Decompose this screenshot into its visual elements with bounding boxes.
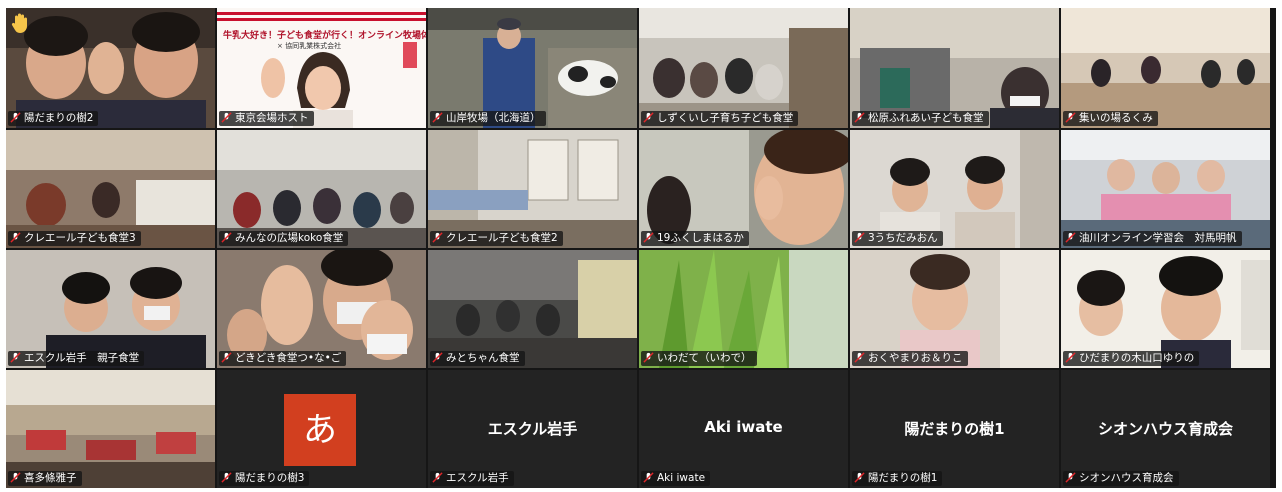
video-tile-off[interactable]: あ 陽だまりの樹3 (217, 370, 426, 488)
video-tile[interactable]: いわだて（いわで） (639, 250, 848, 368)
mic-muted-icon (854, 112, 865, 123)
mic-muted-icon (432, 232, 443, 243)
mic-muted-icon (1065, 232, 1076, 243)
mic-muted-icon (221, 232, 232, 243)
participant-video (639, 8, 848, 128)
video-tile[interactable]: 陽だまりの樹2 (6, 8, 215, 128)
video-gallery: 陽だまりの樹2 牛乳大好き！子ども食堂が行く！オンライン牧場体験 × 協同乳業株… (6, 8, 1276, 488)
participant-name: 陽だまりの樹2 (8, 111, 99, 126)
video-tile[interactable]: ひだまりの木山口ゆりの (1061, 250, 1270, 368)
mic-muted-icon (221, 352, 232, 363)
participant-name: 19ふくしまはるか (641, 231, 749, 246)
mic-muted-icon (643, 232, 654, 243)
video-tile-host[interactable]: 牛乳大好き！子ども食堂が行く！オンライン牧場体験 × 協同乳業株式会社 東京会場… (217, 8, 426, 128)
participant-name: クレエール子ども食堂2 (430, 231, 563, 246)
mic-muted-icon (10, 232, 21, 243)
mic-muted-icon (1065, 472, 1076, 483)
video-tile[interactable]: 油川オンライン学習会 対馬明帆 (1061, 130, 1270, 248)
participant-name: 陽だまりの樹3 (219, 471, 310, 486)
host-banner-sponsor: × 協同乳業株式会社 (277, 42, 342, 50)
participant-display-name: エスクル岩手 (487, 420, 578, 438)
participant-avatar: あ (284, 394, 356, 466)
participant-video (850, 8, 1059, 128)
video-tile[interactable]: クレエール子ども食堂3 (6, 130, 215, 248)
mic-muted-icon (10, 352, 21, 363)
video-tile[interactable]: 集いの場るくみ (1061, 8, 1270, 128)
participant-name: 陽だまりの樹1 (852, 471, 943, 486)
participant-name: 集いの場るくみ (1063, 111, 1158, 126)
participant-name: エスクル岩手 (430, 471, 514, 486)
mic-muted-icon (432, 112, 443, 123)
mic-muted-icon (643, 352, 654, 363)
video-tile[interactable]: 松原ふれあい子ども食堂 (850, 8, 1059, 128)
participant-name: 松原ふれあい子ども食堂 (852, 111, 989, 126)
participant-name: シオンハウス育成会 (1063, 471, 1179, 486)
video-tile[interactable]: みとちゃん食堂 (428, 250, 637, 368)
participant-video (6, 8, 215, 128)
participant-display-name: Aki iwate (704, 418, 783, 436)
mic-muted-icon (221, 112, 232, 123)
raised-hand-icon (11, 13, 27, 33)
mic-muted-icon (221, 472, 232, 483)
participant-name: おくやまりお＆りこ (852, 351, 968, 366)
video-tile[interactable]: クレエール子ども食堂2 (428, 130, 637, 248)
video-tile[interactable]: 3うちだみおん (850, 130, 1059, 248)
mic-muted-icon (10, 112, 21, 123)
video-tile[interactable]: しずくいし子育ち子ども食堂 (639, 8, 848, 128)
participant-name: 3うちだみおん (852, 231, 943, 246)
participant-name: みんなの広場koko食堂 (219, 231, 349, 246)
participant-name: いわだて（いわで） (641, 351, 757, 366)
participant-name: 油川オンライン学習会 対馬明帆 (1063, 231, 1242, 246)
video-tile[interactable]: エスクル岩手 親子食堂 (6, 250, 215, 368)
video-tile[interactable]: 喜多條雅子 (6, 370, 215, 488)
host-banner-title: 牛乳大好き！子ども食堂が行く！オンライン牧場体験 (223, 31, 426, 41)
mic-muted-icon (643, 472, 654, 483)
participant-video (428, 8, 637, 128)
participant-name: エスクル岩手 親子食堂 (8, 351, 145, 366)
video-tile-off[interactable]: Aki iwate Aki iwate (639, 370, 848, 488)
video-tile[interactable]: 山岸牧場（北海道） (428, 8, 637, 128)
participant-name: Aki iwate (641, 471, 711, 486)
mic-muted-icon (854, 352, 865, 363)
video-tile-off[interactable]: エスクル岩手 エスクル岩手 (428, 370, 637, 488)
video-tile-off[interactable]: シオンハウス育成会 シオンハウス育成会 (1061, 370, 1270, 488)
participant-video (217, 8, 426, 128)
participant-display-name: 陽だまりの樹1 (904, 420, 1005, 438)
participant-name: 東京会場ホスト (219, 111, 314, 126)
mic-muted-icon (432, 352, 443, 363)
mic-muted-icon (1065, 352, 1076, 363)
participant-name: どきどき食堂つ•な•ご (219, 351, 347, 366)
participant-name: 喜多條雅子 (8, 471, 82, 486)
video-tile-off[interactable]: 陽だまりの樹1 陽だまりの樹1 (850, 370, 1059, 488)
participant-name: 山岸牧場（北海道） (430, 111, 546, 126)
video-tile[interactable]: 19ふくしまはるか (639, 130, 848, 248)
mic-muted-icon (432, 472, 443, 483)
participant-name: しずくいし子育ち子ども食堂 (641, 111, 799, 126)
mic-muted-icon (854, 472, 865, 483)
participant-display-name: シオンハウス育成会 (1097, 420, 1233, 438)
mic-muted-icon (854, 232, 865, 243)
mic-muted-icon (1065, 112, 1076, 123)
mic-muted-icon (10, 472, 21, 483)
participant-name: クレエール子ども食堂3 (8, 231, 141, 246)
mic-muted-icon (643, 112, 654, 123)
participant-name: みとちゃん食堂 (430, 351, 525, 366)
video-tile[interactable]: どきどき食堂つ•な•ご (217, 250, 426, 368)
participant-name: ひだまりの木山口ゆりの (1063, 351, 1200, 366)
video-tile[interactable]: おくやまりお＆りこ (850, 250, 1059, 368)
participant-video (1061, 8, 1270, 128)
video-tile[interactable]: みんなの広場koko食堂 (217, 130, 426, 248)
